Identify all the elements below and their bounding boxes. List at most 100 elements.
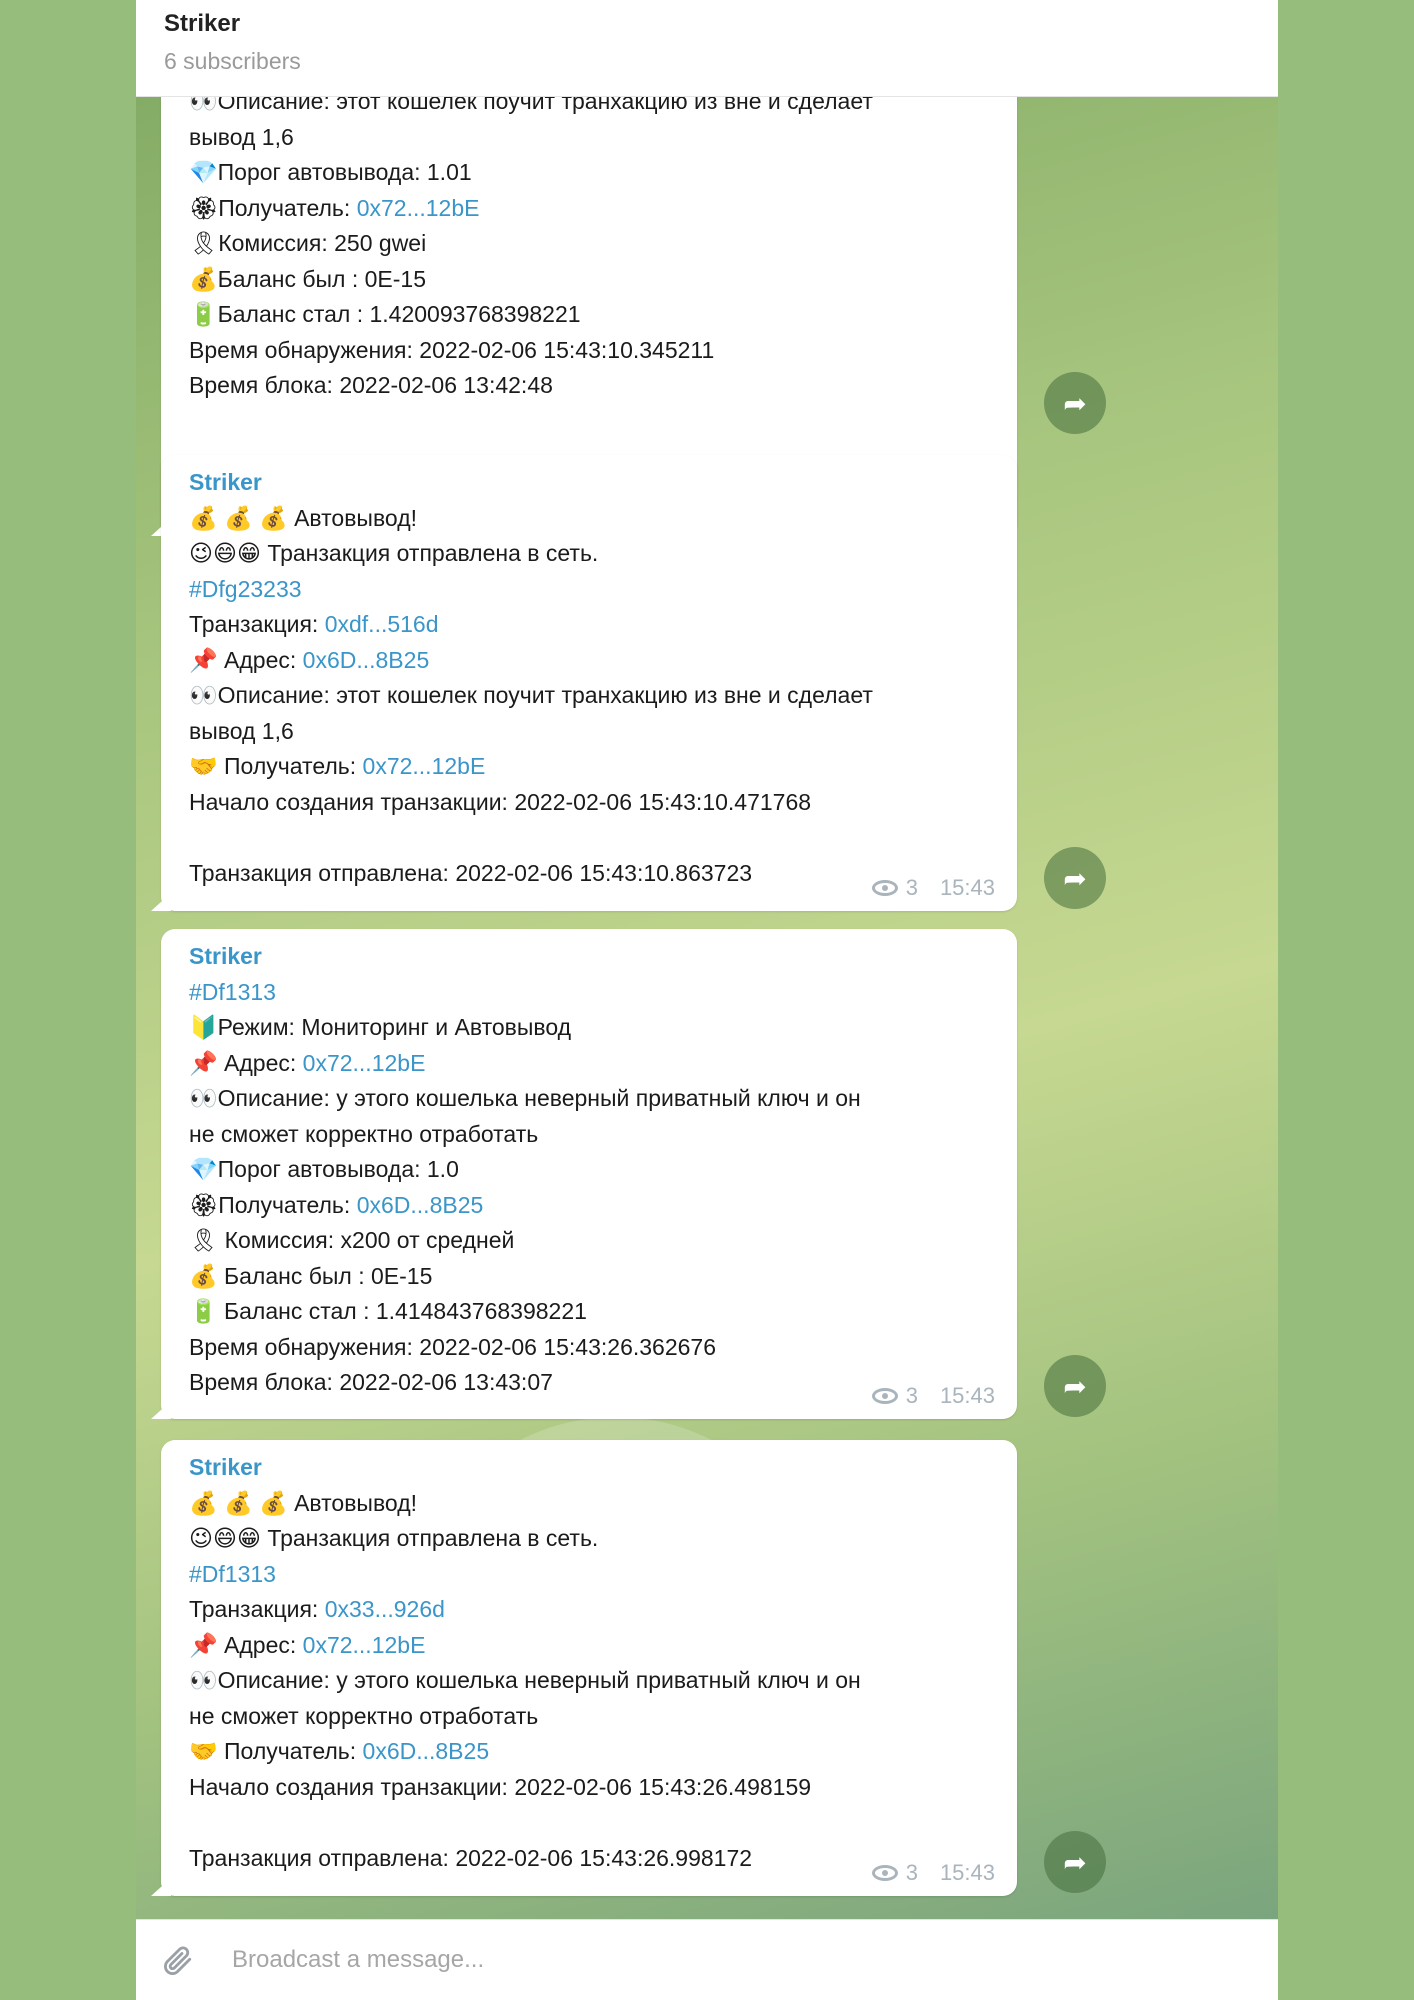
hashtag-link[interactable]: #Dfg23233 xyxy=(189,576,302,602)
message-text: Получатель: xyxy=(217,753,363,779)
eye-icon xyxy=(871,1388,898,1404)
emoji-icon: 👀 xyxy=(189,1667,218,1693)
message-text: Баланс был : 0E-15 xyxy=(217,1262,433,1289)
message-line: Начало создания транзакции: 2022-02-06 1… xyxy=(189,785,989,821)
message-bubble[interactable]: Striker 💰 💰 💰 Автовывод! 😉😄😁 Транзакция от… xyxy=(161,1440,1017,1896)
address-link[interactable]: 0x72...12bE xyxy=(363,753,486,779)
message-bubble[interactable]: Striker 💰 💰 💰 Автовывод! 😉😄😁 Транзакция от… xyxy=(161,455,1017,911)
message-line: Транзакция: 0x33...926d xyxy=(189,1592,989,1628)
message-line: 💰 Баланс был : 0E-15 xyxy=(189,1259,989,1295)
emoji-icon: 📌 xyxy=(189,1049,218,1076)
message-text: Время обнаружения: 2022-02-06 15:43:10.3… xyxy=(189,336,715,363)
message-line: 💰 💰 💰 Автовывод! xyxy=(189,501,989,537)
message-text: вывод 1,6 xyxy=(189,717,294,744)
message-line: 💎Порог автовывода: 1.0 xyxy=(189,1152,989,1188)
message-text: Получатель: xyxy=(218,1191,357,1218)
message-text: Начало создания транзакции: 2022-02-06 1… xyxy=(189,788,812,815)
emoji-icon: 🔰 xyxy=(189,1014,218,1040)
emoji-icon: 👀 xyxy=(189,682,218,708)
message-line: вывод 1,6 xyxy=(189,120,989,156)
message-text: Баланс был : 0E-15 xyxy=(217,265,426,292)
view-count: 3 xyxy=(905,1383,918,1408)
share-button[interactable]: ➦ xyxy=(1044,1355,1106,1417)
address-link[interactable]: 0xdf...516d xyxy=(325,611,439,637)
paperclip-icon[interactable] xyxy=(156,1939,198,1981)
message-input[interactable]: Broadcast a message... xyxy=(232,1946,484,1974)
message-line xyxy=(189,820,989,856)
emoji-icon: 📌 xyxy=(189,646,218,673)
message-line: 💰 💰 💰 Автовывод! xyxy=(189,1486,989,1522)
chat-header[interactable]: Striker 6 subscribers xyxy=(136,0,1278,97)
message-text: вывод 1,6 xyxy=(189,123,294,150)
message-line: Начало создания транзакции: 2022-02-06 1… xyxy=(189,1770,989,1806)
message-line: 👀Описание: этот кошелек поучит транхакци… xyxy=(189,678,989,714)
eye-icon xyxy=(871,1865,898,1881)
message-line: 🔋 Баланс стал : 1.414843768398221 xyxy=(189,1294,989,1330)
message-text: Автовывод! xyxy=(287,1489,418,1516)
hashtag-link[interactable]: #Df1313 xyxy=(189,1561,276,1587)
message-text: не сможет корректно отработать xyxy=(189,1702,539,1729)
message-line: 🏵Получатель: 0x72...12bE xyxy=(189,191,989,227)
channel-title: Striker xyxy=(164,10,241,37)
message-text: Комиссия: x200 от средней xyxy=(218,1227,515,1253)
message-meta: 3 15:43 xyxy=(871,875,995,901)
message-text: Транзакция отправлена в сеть. xyxy=(260,540,599,566)
message-line: 🏵Получатель: 0x6D...8B25 xyxy=(189,1188,989,1224)
address-link[interactable]: 0x72...12bE xyxy=(303,1632,426,1658)
emoji-icon: 💰 💰 💰 xyxy=(189,504,288,531)
emoji-icon: 💰 xyxy=(189,1262,218,1289)
message-composer[interactable]: Broadcast a message... xyxy=(136,1919,1278,2000)
emoji-icon: 💰 xyxy=(189,265,218,292)
message-list[interactable]: 👀Описание: этот кошелек поучит транхакци… xyxy=(136,97,1278,1919)
message-sender[interactable]: Striker xyxy=(189,1450,989,1486)
message-line: 😉😄😁 Транзакция отправлена в сеть. xyxy=(189,1521,989,1557)
share-arrow-icon: ➦ xyxy=(1063,1846,1087,1878)
address-link[interactable]: 0x6D...8B25 xyxy=(363,1738,490,1764)
share-button[interactable]: ➦ xyxy=(1044,372,1106,434)
message-bubble[interactable]: Striker #Df1313 🔰Режим: Мониторинг и Автов… xyxy=(161,929,1017,1419)
message-line: Транзакция отправлена: 2022-02-06 15:43:… xyxy=(189,1841,989,1877)
emoji-icon: 😉😄😁 xyxy=(189,1525,261,1551)
message-line: 💎Порог автовывода: 1.01 xyxy=(189,155,989,191)
share-button[interactable]: ➦ xyxy=(1044,847,1106,909)
message-line: 📌 Адрес: 0x72...12bE xyxy=(189,1046,989,1082)
address-link[interactable]: 0x33...926d xyxy=(325,1596,445,1622)
message-time: 15:43 xyxy=(939,1860,995,1885)
emoji-icon: 💎 xyxy=(189,1156,218,1182)
hashtag-link[interactable]: #Df1313 xyxy=(189,979,276,1005)
address-link[interactable]: 0x6D...8B25 xyxy=(303,647,430,673)
message-line: не сможет корректно отработать xyxy=(189,1117,989,1153)
message-line: 👀Описание: у этого кошелька неверный при… xyxy=(189,1663,989,1699)
telegram-window: Striker 6 subscribers 👀Описание: этот ко… xyxy=(136,0,1278,2000)
message-line: 🔰Режим: Мониторинг и Автовывод xyxy=(189,1010,989,1046)
message-line: Время обнаружения: 2022-02-06 15:43:26.3… xyxy=(189,1330,989,1366)
message-line: 🤝 Получатель: 0x6D...8B25 xyxy=(189,1734,989,1770)
message-text: Время блока: 2022-02-06 13:42:48 xyxy=(189,372,553,398)
message-text: Описание: у этого кошелька неверный прив… xyxy=(217,1667,861,1693)
share-arrow-icon: ➦ xyxy=(1063,862,1087,894)
share-arrow-icon: ➦ xyxy=(1063,1370,1087,1402)
message-meta: 3 15:43 xyxy=(871,1383,995,1409)
address-link[interactable]: 0x72...12bE xyxy=(303,1050,426,1076)
message-text: Транзакция отправлена в сеть. xyxy=(260,1525,599,1551)
message-text: Описание: этот кошелек поучит транхакцию… xyxy=(217,682,873,708)
message-text: Описание: этот кошелек поучит транхакцию… xyxy=(217,97,873,114)
address-link[interactable]: 0x6D...8B25 xyxy=(357,1192,484,1218)
message-line: не сможет корректно отработать xyxy=(189,1699,989,1735)
message-text: Адрес: xyxy=(217,1631,303,1658)
share-button[interactable]: ➦ xyxy=(1044,1831,1106,1893)
message-sender[interactable]: Striker xyxy=(189,939,989,975)
message-text: Порог автовывода: 1.0 xyxy=(217,1156,459,1182)
message-line: 🔋Баланс стал : 1.420093768398221 xyxy=(189,297,989,333)
emoji-icon: 😉😄😁 xyxy=(189,540,261,566)
share-arrow-icon: ➦ xyxy=(1063,387,1087,419)
message-text: не сможет корректно отработать xyxy=(189,1120,539,1147)
message-line: 😉😄😁 Транзакция отправлена в сеть. xyxy=(189,536,989,572)
message-line: Время блока: 2022-02-06 13:43:07 xyxy=(189,1365,989,1401)
message-time: 15:43 xyxy=(939,875,995,900)
message-line xyxy=(189,1805,989,1841)
message-text: Получатель: xyxy=(217,1738,363,1764)
address-link[interactable]: 0x72...12bE xyxy=(357,195,480,221)
message-line: 🤝 Получатель: 0x72...12bE xyxy=(189,749,989,785)
message-sender[interactable]: Striker xyxy=(189,465,989,501)
